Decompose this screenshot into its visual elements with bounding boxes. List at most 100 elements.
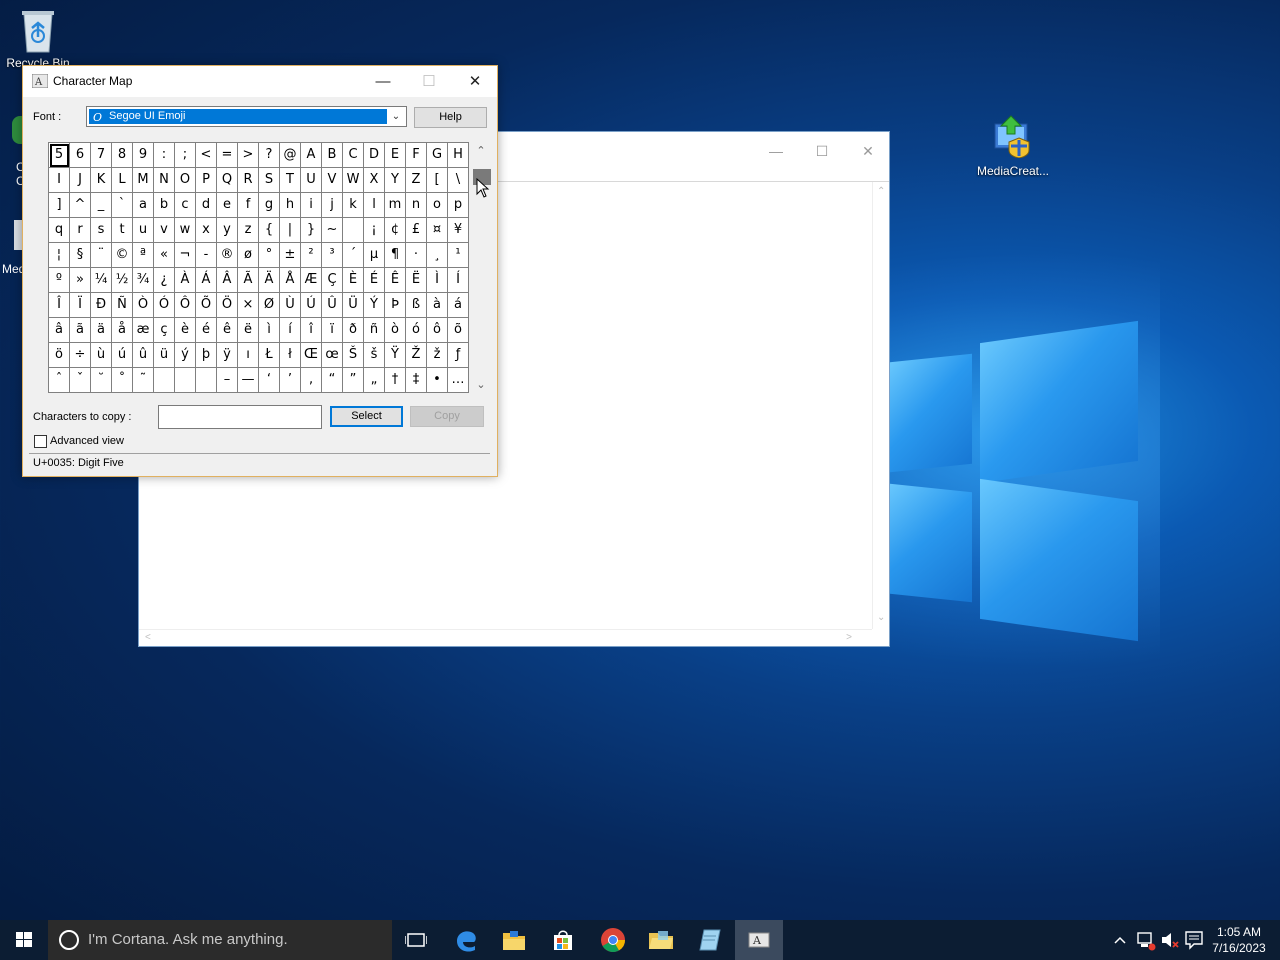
char-cell[interactable] (343, 218, 364, 243)
char-cell[interactable]: o (427, 193, 448, 218)
char-cell[interactable]: ˜ (133, 368, 154, 393)
char-cell[interactable]: L (112, 168, 133, 193)
char-cell[interactable]: i (301, 193, 322, 218)
char-cell[interactable]: ñ (364, 318, 385, 343)
charmap-taskbar-icon[interactable]: A (735, 920, 783, 960)
char-cell[interactable]: œ (322, 343, 343, 368)
char-cell[interactable]: Ê (385, 268, 406, 293)
char-cell[interactable]: Ñ (112, 293, 133, 318)
clock[interactable]: 1:05 AM 7/16/2023 (1208, 924, 1270, 956)
copy-button[interactable]: Copy (410, 406, 484, 427)
char-cell[interactable]: § (70, 243, 91, 268)
char-cell[interactable]: ` (112, 193, 133, 218)
char-cell[interactable]: ç (154, 318, 175, 343)
char-cell[interactable]: M (133, 168, 154, 193)
char-cell[interactable]: Ç (322, 268, 343, 293)
char-cell[interactable]: ¨ (91, 243, 112, 268)
char-cell[interactable]: Ó (154, 293, 175, 318)
char-cell[interactable]: ˘ (91, 368, 112, 393)
char-cell[interactable]: - (196, 243, 217, 268)
char-cell[interactable]: f (238, 193, 259, 218)
char-cell[interactable]: ¸ (427, 243, 448, 268)
char-cell[interactable]: Ø (259, 293, 280, 318)
bg-minimize-button[interactable]: — (753, 138, 799, 164)
char-cell[interactable]: Õ (196, 293, 217, 318)
char-cell[interactable]: ó (406, 318, 427, 343)
char-cell[interactable]: W (343, 168, 364, 193)
char-cell[interactable]: â (49, 318, 70, 343)
char-cell[interactable]: ý (175, 343, 196, 368)
char-cell[interactable]: | (280, 218, 301, 243)
char-cell[interactable]: © (112, 243, 133, 268)
charmap-close-button[interactable]: ✕ (452, 66, 498, 97)
char-cell[interactable] (196, 368, 217, 393)
char-cell[interactable]: æ (133, 318, 154, 343)
task-view-icon[interactable] (392, 920, 440, 960)
char-cell[interactable]: \ (448, 168, 469, 193)
char-cell[interactable]: î (301, 318, 322, 343)
bg-scroll-up-icon[interactable]: ⌃ (877, 186, 885, 197)
char-cell[interactable]: w (175, 218, 196, 243)
bg-maximize-button[interactable]: ☐ (799, 138, 845, 164)
char-cell[interactable]: Ë (406, 268, 427, 293)
char-cell[interactable]: š (364, 343, 385, 368)
char-cell[interactable]: ? (259, 143, 280, 168)
char-cell[interactable]: x (196, 218, 217, 243)
char-cell[interactable]: Í (448, 268, 469, 293)
bg-horizontal-scrollbar[interactable]: < > (139, 629, 872, 646)
chevron-down-icon[interactable]: ⌄ (388, 109, 404, 124)
char-cell[interactable]: u (133, 218, 154, 243)
char-cell[interactable]: 8 (112, 143, 133, 168)
char-cell[interactable]: û (133, 343, 154, 368)
char-cell[interactable]: Ô (175, 293, 196, 318)
char-cell[interactable]: ¾ (133, 268, 154, 293)
char-cell[interactable]: ˇ (70, 368, 91, 393)
char-cell[interactable]: Ú (301, 293, 322, 318)
char-cell[interactable]: Ì (427, 268, 448, 293)
char-cell[interactable]: ; (175, 143, 196, 168)
char-cell[interactable]: Â (217, 268, 238, 293)
char-cell[interactable]: D (364, 143, 385, 168)
desktop-partial-icon-2[interactable]: Med (0, 216, 25, 276)
char-cell[interactable]: É (364, 268, 385, 293)
char-cell[interactable]: Ð (91, 293, 112, 318)
char-cell[interactable]: I (49, 168, 70, 193)
bg-close-button[interactable]: ✕ (845, 138, 891, 164)
char-cell[interactable]: b (154, 193, 175, 218)
char-cell[interactable]: „ (364, 368, 385, 393)
folder-icon[interactable] (637, 920, 685, 960)
char-cell[interactable]: O (175, 168, 196, 193)
char-cell[interactable]: å (112, 318, 133, 343)
char-cell[interactable]: Œ (301, 343, 322, 368)
char-cell[interactable]: ä (91, 318, 112, 343)
char-cell[interactable]: “ (322, 368, 343, 393)
start-button[interactable] (0, 920, 48, 960)
bg-scroll-left-icon[interactable]: < (145, 632, 151, 643)
char-cell[interactable]: { (259, 218, 280, 243)
char-cell[interactable]: V (322, 168, 343, 193)
char-cell[interactable]: X (364, 168, 385, 193)
char-cell[interactable]: ´ (343, 243, 364, 268)
char-cell[interactable]: t (112, 218, 133, 243)
char-cell[interactable]: è (175, 318, 196, 343)
chars-to-copy-input[interactable] (158, 405, 322, 429)
char-cell[interactable]: • (427, 368, 448, 393)
char-cell[interactable]: a (133, 193, 154, 218)
char-cell[interactable]: ë (238, 318, 259, 343)
char-cell[interactable]: ª (133, 243, 154, 268)
char-cell[interactable]: 5 (49, 143, 70, 168)
char-cell[interactable]: ^ (70, 193, 91, 218)
char-cell[interactable]: « (154, 243, 175, 268)
char-cell[interactable]: Å (280, 268, 301, 293)
char-cell[interactable]: 7 (91, 143, 112, 168)
char-cell[interactable]: ’ (280, 368, 301, 393)
char-cell[interactable]: j (322, 193, 343, 218)
char-cell[interactable]: ® (217, 243, 238, 268)
char-cell[interactable]: } (301, 218, 322, 243)
font-dropdown[interactable]: O Segoe UI Emoji ⌄ (86, 106, 407, 127)
char-cell[interactable]: ƒ (448, 343, 469, 368)
char-cell[interactable]: ã (70, 318, 91, 343)
char-cell[interactable]: Ž (406, 343, 427, 368)
char-cell[interactable]: S (259, 168, 280, 193)
char-cell[interactable]: Ý (364, 293, 385, 318)
